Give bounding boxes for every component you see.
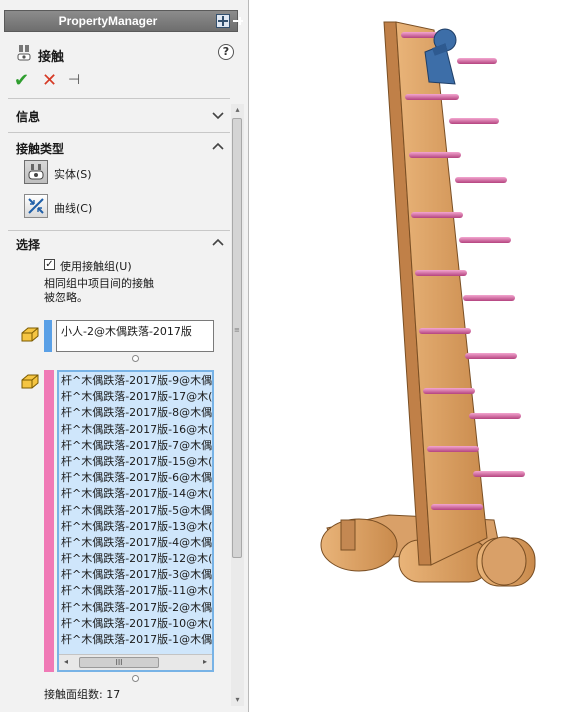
- group1-color-bar: [44, 320, 52, 352]
- ok-button[interactable]: ✔: [14, 70, 29, 91]
- solid-contact-label[interactable]: 实体(S): [54, 166, 92, 182]
- group2-list-item[interactable]: 杆^木偶跌落-2017版-13@木(: [61, 519, 212, 535]
- use-contact-groups-checkbox[interactable]: ✓: [44, 259, 55, 270]
- contact-feature-icon: [17, 45, 31, 61]
- scroll-up-icon[interactable]: ▴: [233, 106, 242, 114]
- group2-list-item[interactable]: 杆^木偶跌落-2017版-7@木偶: [61, 438, 212, 454]
- scrollbar-thumb[interactable]: ≡: [232, 118, 242, 558]
- face-selection-icon: [21, 374, 39, 389]
- property-manager-title: PropertyManager: [58, 14, 158, 28]
- curve-contact-label[interactable]: 曲线(C): [54, 200, 92, 216]
- graphics-viewport[interactable]: [249, 0, 566, 712]
- curve-contact-icon: [28, 198, 44, 214]
- section-selection-label[interactable]: 选择: [16, 236, 40, 253]
- group2-list-item[interactable]: 杆^木偶跌落-2017版-4@木偶: [61, 535, 212, 551]
- section-contact-type-label[interactable]: 接触类型: [16, 140, 64, 157]
- group2-list-item[interactable]: 杆^木偶跌落-2017版-6@木偶: [61, 470, 212, 486]
- solid-contact-button[interactable]: [24, 160, 48, 184]
- cancel-button[interactable]: ✕: [42, 70, 57, 91]
- scroll-down-icon[interactable]: ▾: [233, 696, 242, 704]
- group2-list-item[interactable]: 杆^木偶跌落-2017版-9@木偶: [61, 373, 212, 389]
- scroll-right-icon[interactable]: ▸: [201, 658, 209, 666]
- group2-color-bar: [44, 370, 54, 672]
- group2-list-item[interactable]: 杆^木偶跌落-2017版-11@木(: [61, 583, 212, 599]
- scroll-left-icon[interactable]: ◂: [62, 658, 70, 666]
- face-selection-icon: [21, 327, 39, 342]
- ladder-board: [383, 21, 488, 566]
- section-info-label[interactable]: 信息: [16, 108, 40, 125]
- group2-list-item[interactable]: 杆^木偶跌落-2017版-15@木(: [61, 454, 212, 470]
- curve-contact-button[interactable]: [24, 194, 48, 218]
- wooden-puppet-model[interactable]: [249, 0, 566, 712]
- header-pin-icon[interactable]: [233, 14, 243, 28]
- group2-list-item[interactable]: 杆^木偶跌落-2017版-10@木(: [61, 616, 212, 632]
- chevron-up-icon[interactable]: [212, 142, 224, 152]
- chevron-down-icon[interactable]: [212, 111, 224, 121]
- group2-list-item[interactable]: 杆^木偶跌落-2017版-17@木(: [61, 389, 212, 405]
- help-icon[interactable]: ?: [218, 44, 234, 60]
- group2-list-item[interactable]: 杆^木偶跌落-2017版-5@木偶: [61, 503, 212, 519]
- divider: [8, 98, 230, 99]
- chevron-up-icon[interactable]: [212, 238, 224, 248]
- group1-item[interactable]: 小人-2@木偶跌落-2017版: [61, 323, 209, 339]
- group2-list: 杆^木偶跌落-2017版-9@木偶 杆^木偶跌落-2017版-17@木(杆^木偶跌…: [61, 373, 212, 648]
- property-manager-header: PropertyManager: [4, 10, 243, 32]
- contact-group-count: 接触面组数: 17: [44, 688, 121, 701]
- pin-icon[interactable]: ⊣: [68, 72, 80, 88]
- split-panel-icon[interactable]: [216, 14, 230, 28]
- group2-list-item[interactable]: 杆^木偶跌落-2017版-3@木偶: [61, 567, 212, 583]
- group2-list-item[interactable]: 杆^木偶跌落-2017版-2@木偶: [61, 600, 212, 616]
- resize-handle[interactable]: [132, 355, 139, 362]
- divider: [8, 132, 230, 133]
- use-contact-groups-label[interactable]: 使用接触组(U): [60, 258, 132, 274]
- resize-handle[interactable]: [132, 675, 139, 682]
- feature-title: 接触: [38, 50, 65, 65]
- contact-groups-note-line2: 被忽略。: [44, 291, 88, 304]
- vertical-scrollbar[interactable]: ▴ ≡ ▾: [231, 104, 244, 706]
- group2-list-item[interactable]: 杆^木偶跌落-2017版-12@木(: [61, 551, 212, 567]
- solid-contact-icon: [28, 164, 44, 180]
- group1-selection-box[interactable]: 小人-2@木偶跌落-2017版: [56, 320, 214, 352]
- group2-list-item[interactable]: 杆^木偶跌落-2017版-14@木(: [61, 486, 212, 502]
- group2-selection-box[interactable]: 杆^木偶跌落-2017版-9@木偶 杆^木偶跌落-2017版-17@木(杆^木偶跌…: [57, 370, 214, 672]
- group2-list-item[interactable]: 杆^木偶跌落-2017版-8@木偶: [61, 405, 212, 421]
- group2-list-item[interactable]: 杆^木偶跌落-2017版-1@木偶: [61, 632, 212, 648]
- scrollbar-thumb[interactable]: III: [79, 657, 159, 668]
- horizontal-scrollbar[interactable]: ◂ III ▸: [59, 654, 212, 670]
- group2-list-item[interactable]: 杆^木偶跌落-2017版-16@木(: [61, 422, 212, 438]
- divider: [8, 230, 230, 231]
- scrollbar-grip: ≡: [234, 326, 240, 334]
- property-manager-panel: PropertyManager 接触 ? ✔ ✕ ⊣ 信息 接触类型 实体(S)…: [0, 0, 249, 712]
